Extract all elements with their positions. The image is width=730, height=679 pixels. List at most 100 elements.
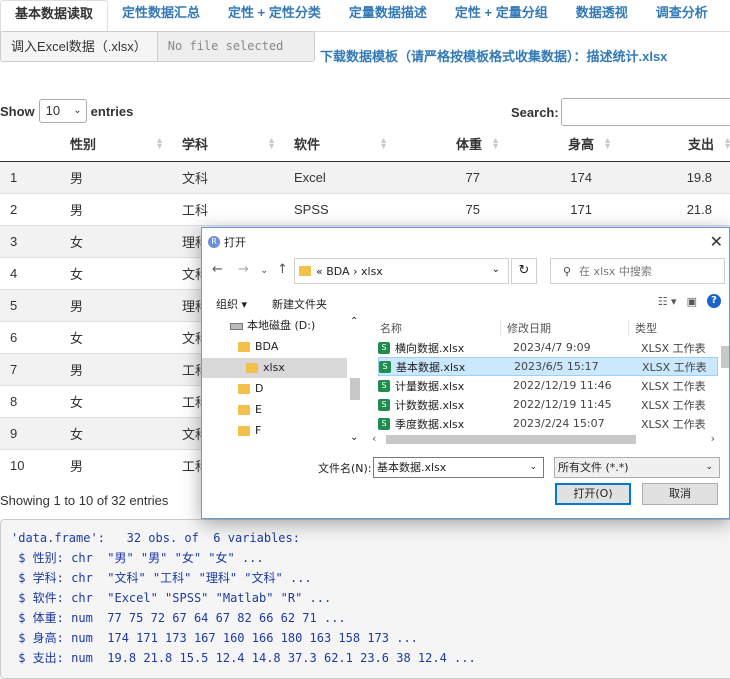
sort-icon: ▲ ▼: [155, 135, 164, 151]
file-name-field[interactable]: No file selected: [157, 31, 315, 62]
chevron-down-icon[interactable]: ⌄: [492, 264, 500, 275]
help-icon[interactable]: ?: [707, 294, 721, 308]
column-header-height[interactable]: 身高 ▲ ▼: [508, 127, 620, 162]
tab-survey[interactable]: 调查分析: [642, 0, 722, 32]
nav-item-f[interactable]: F: [238, 421, 261, 441]
back-arrow-icon[interactable]: ←: [212, 262, 223, 277]
file-name: 基本数据.xlsx: [396, 360, 466, 374]
browse-button[interactable]: 调入Excel数据（.xlsx）: [0, 31, 158, 62]
organize-button[interactable]: 组织 ▾: [216, 296, 247, 312]
tab-qual-qual[interactable]: 定性 + 定性分类: [214, 0, 335, 32]
scroll-up-icon[interactable]: ⌃: [350, 316, 358, 327]
up-arrow-icon[interactable]: ↑: [277, 262, 288, 277]
open-button[interactable]: 打开(O): [555, 483, 631, 505]
tab-qualitative-summary[interactable]: 定性数据汇总: [108, 0, 214, 32]
nav-item-bda[interactable]: BDA: [238, 337, 278, 357]
column-header-subject[interactable]: 学科 ▲ ▼: [172, 127, 284, 162]
sort-caret-icon: ^: [434, 316, 442, 322]
table-row[interactable]: 2 男工科 SPSS 75 171 21.8: [0, 192, 730, 225]
column-header-weight[interactable]: 体重 ▲ ▼: [396, 127, 508, 162]
tab-qual-quant[interactable]: 定性 + 定量分组: [441, 0, 562, 32]
scroll-thumb[interactable]: [350, 378, 360, 400]
navigation-pane: 本地磁盘 (D:) BDA xlsx D E F: [202, 316, 363, 446]
scroll-left-icon[interactable]: ‹: [372, 432, 376, 445]
search-input[interactable]: [560, 98, 730, 126]
table-cell: 工科: [172, 192, 284, 225]
recent-chevron-icon[interactable]: ⌄: [260, 265, 268, 276]
refresh-icon[interactable]: ↻: [511, 258, 537, 284]
file-date: 2023/2/24 15:07: [513, 417, 605, 430]
column-header-software[interactable]: 软件 ▲ ▼: [284, 127, 396, 162]
table-cell: 4: [0, 256, 60, 289]
scroll-right-icon[interactable]: ›: [711, 432, 715, 445]
tab-quantitative-desc[interactable]: 定量数据描述: [335, 0, 441, 32]
file-row[interactable]: S 季度数据.xlsx 2023/2/24 15:07 XLSX 工作表: [378, 414, 718, 433]
nav-item-label: E: [255, 403, 262, 416]
column-header-index[interactable]: [0, 127, 60, 162]
table-cell: 文科: [172, 160, 284, 193]
nav-scrollbar[interactable]: ⌃ ⌄: [348, 316, 362, 446]
table-cell: 男: [60, 448, 172, 481]
scroll-thumb[interactable]: [386, 435, 636, 444]
file-row[interactable]: S 横向数据.xlsx 2023/4/7 9:09 XLSX 工作表: [378, 338, 718, 357]
column-type[interactable]: 类型: [628, 320, 657, 336]
nav-item-e[interactable]: E: [238, 400, 262, 420]
length-select[interactable]: 10 ⌄: [38, 99, 87, 123]
table-cell: 男: [60, 352, 172, 385]
table-cell: 9: [0, 416, 60, 449]
nav-item-d[interactable]: D: [238, 379, 263, 399]
folder-icon: [238, 405, 250, 415]
filetype-select[interactable]: 所有文件 (*.*) ⌄: [554, 457, 720, 478]
view-mode-icon[interactable]: ☷ ▾: [658, 295, 677, 308]
preview-pane-icon[interactable]: ▣: [687, 295, 697, 308]
address-segment-bda[interactable]: BDA: [326, 265, 349, 278]
dialog-search-input[interactable]: ⚲ 在 xlsx 中搜索: [550, 258, 725, 284]
forward-arrow-icon[interactable]: →: [238, 262, 249, 277]
table-cell: Excel: [284, 160, 396, 193]
column-header-gender[interactable]: 性别 ▲ ▼: [60, 127, 172, 162]
table-cell: 女: [60, 320, 172, 353]
nav-item-drive-d[interactable]: 本地磁盘 (D:): [230, 316, 315, 336]
tab-basic-read[interactable]: 基本数据读取: [0, 0, 109, 33]
file-list-scrollbar[interactable]: [720, 316, 730, 432]
cancel-button[interactable]: 取消: [642, 483, 718, 505]
console-line: $ 学科: chr "文科" "工科" "理科" "文科" ...: [11, 571, 312, 585]
address-bar[interactable]: « BDA › xlsx ⌄: [294, 258, 509, 284]
file-row[interactable]: S 基本数据.xlsx 2023/6/5 15:17 XLSX 工作表: [378, 357, 718, 376]
column-header-expense[interactable]: 支出 ▲ ▼: [620, 127, 730, 162]
excel-file-icon: S: [378, 398, 390, 411]
file-list: 名称 ^ 修改日期 类型 S 横向数据.xlsx 2023/4/7 9:09 XLSX…: [376, 316, 721, 446]
column-name[interactable]: 名称: [380, 320, 402, 336]
excel-file-icon: S: [379, 360, 391, 373]
address-segment-xlsx[interactable]: xlsx: [361, 265, 383, 278]
column-date[interactable]: 修改日期: [500, 320, 551, 336]
file-type: XLSX 工作表: [641, 398, 706, 412]
file-date: 2022/12/19 11:45: [513, 398, 612, 411]
file-name: 横向数据.xlsx: [395, 341, 465, 355]
table-cell: 1: [0, 160, 60, 193]
scroll-down-icon[interactable]: ⌄: [350, 432, 358, 443]
file-list-hscrollbar[interactable]: ‹ ›: [370, 432, 717, 446]
dialog-title: 打开: [224, 236, 246, 249]
table-cell: 6: [0, 320, 60, 353]
table-cell: SPSS: [284, 192, 396, 225]
nav-item-xlsx[interactable]: xlsx: [202, 358, 347, 378]
folder-icon: [246, 363, 258, 373]
sort-icon: ▲ ▼: [723, 135, 730, 151]
column-header-label: 支出: [687, 137, 714, 153]
show-label: Show: [0, 103, 35, 119]
new-folder-button[interactable]: 新建文件夹: [272, 296, 327, 312]
console-line: $ 体重: num 77 75 72 67 64 67 82 66 62 71 …: [11, 611, 346, 625]
folder-icon: [238, 426, 250, 436]
chevron-down-icon[interactable]: ⌄: [529, 458, 537, 477]
length-control: Show 10 ⌄ entries: [0, 99, 133, 123]
console-line: $ 支出: num 19.8 21.8 15.5 12.4 14.8 37.3 …: [11, 651, 476, 665]
tab-pivot[interactable]: 数据透视: [562, 0, 642, 32]
file-row[interactable]: S 计数数据.xlsx 2022/12/19 11:45 XLSX 工作表: [378, 395, 718, 414]
filename-input[interactable]: 基本数据.xlsx ⌄: [373, 457, 544, 478]
scroll-thumb[interactable]: [721, 346, 729, 368]
close-icon[interactable]: ✕: [710, 232, 723, 251]
table-row[interactable]: 1 男文科 Excel 77 174 19.8: [0, 160, 730, 193]
file-row[interactable]: S 计量数据.xlsx 2022/12/19 11:46 XLSX 工作表: [378, 376, 718, 395]
download-template-link[interactable]: 下载数据模板（请严格按模板格式收集数据）：描述统计.xlsx: [320, 46, 667, 65]
